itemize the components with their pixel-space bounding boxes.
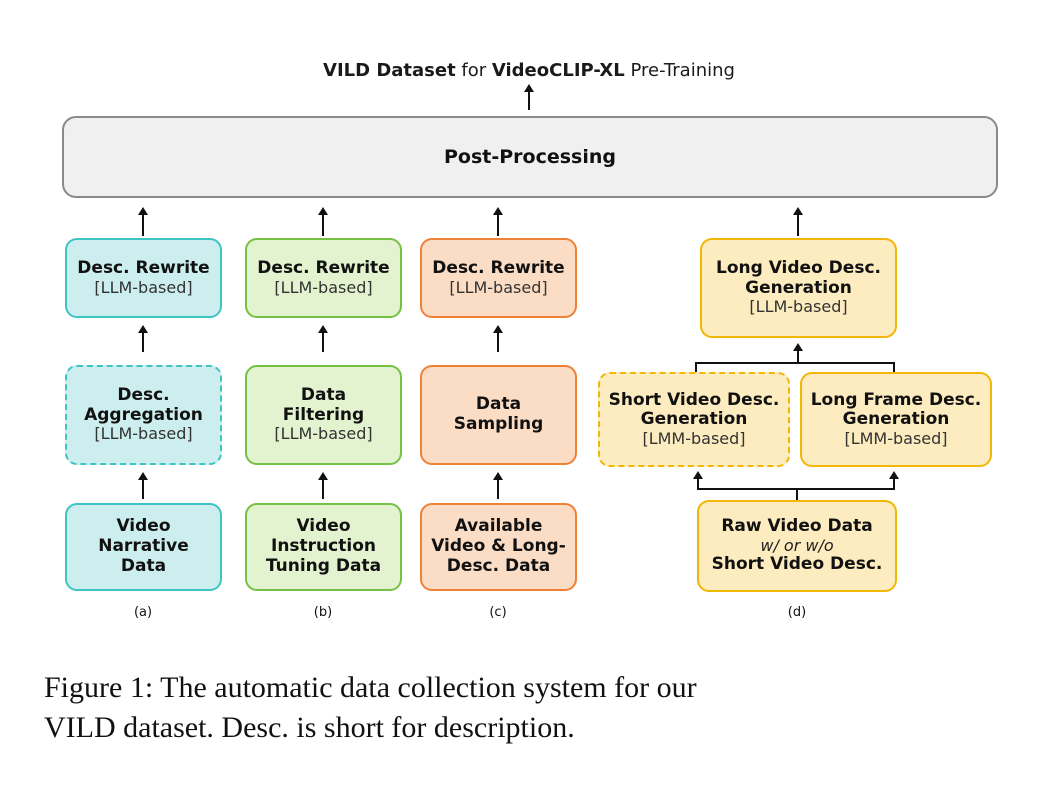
desc-rewrite-b: Desc. Rewrite [LLM-based] (245, 238, 402, 318)
long-video-desc-generation: Long Video Desc. Generation [LLM-based] (700, 238, 897, 338)
long-video-desc-generation-line3: [LLM-based] (749, 297, 848, 317)
long-frame-desc-generation-line2: Generation (842, 409, 950, 430)
connector-b-bot (322, 477, 324, 499)
desc-aggregation-line1: Desc. (117, 385, 170, 405)
long-video-desc-generation-line1: Long Video Desc. (716, 258, 881, 278)
arrowhead-a-top (138, 207, 148, 215)
video-instruction-tuning-data-line1: Video (296, 516, 351, 537)
figure-heading: VILD Dataset for VideoCLIP-XL Pre-Traini… (0, 60, 1058, 81)
arrowhead-d-top (793, 207, 803, 215)
data-sampling-line2: Sampling (453, 414, 544, 434)
heading-vild-dataset: VILD Dataset (323, 60, 456, 81)
desc-aggregation-line3: [LLM-based] (94, 424, 193, 444)
desc-rewrite-a-line2: [LLM-based] (94, 277, 193, 297)
connector-c-top (497, 212, 499, 236)
long-frame-desc-generation-line1: Long Frame Desc. (810, 389, 982, 410)
video-instruction-tuning-data-line3: Tuning Data (265, 555, 382, 576)
raw-video-data-line2: w/ or w/o (760, 535, 834, 555)
arrowhead-d-split-right (889, 471, 899, 479)
long-video-desc-generation-line2: Generation (745, 277, 852, 298)
arrowhead-a-mid (138, 325, 148, 333)
short-video-desc-generation: Short Video Desc. Generation [LMM-based] (598, 372, 790, 467)
caption-line-1: Figure 1: The automatic data collection … (44, 671, 697, 704)
arrowhead-c-mid (493, 325, 503, 333)
caption-line-2: VILD dataset. Desc. is short for descrip… (44, 710, 575, 744)
arrowhead-d-split-left (693, 471, 703, 479)
video-narrative-data-line2: Narrative (98, 536, 189, 557)
arrowhead-c-bot (493, 472, 503, 480)
connector-c-bot (497, 477, 499, 499)
column-label-c: (c) (489, 605, 507, 620)
long-frame-desc-generation: Long Frame Desc. Generation [LMM-based] (800, 372, 992, 467)
desc-rewrite-a: Desc. Rewrite [LLM-based] (65, 238, 222, 318)
figure-canvas: VILD Dataset for VideoCLIP-XL Pre-Traini… (0, 0, 1058, 792)
data-filtering-line2: Filtering (282, 404, 365, 425)
connector-d-top (797, 212, 799, 236)
heading-videoclip-xl: VideoCLIP-XL (491, 60, 625, 81)
short-video-desc-generation-line1: Short Video Desc. (608, 389, 780, 410)
data-filtering-line3: [LLM-based] (274, 424, 373, 444)
connector-c-mid (497, 330, 499, 352)
figure-caption: Figure 1: The automatic data collection … (44, 668, 974, 747)
connector-b-mid (322, 330, 324, 352)
data-filtering-line1: Data (300, 385, 347, 405)
desc-rewrite-c-line1: Desc. Rewrite (432, 257, 565, 278)
raw-video-data-line3: Short Video Desc. (711, 554, 883, 575)
heading-pretraining: Pre-Training (624, 60, 735, 81)
connector-a-mid (142, 330, 144, 352)
connector-a-top (142, 212, 144, 236)
connector-d-merge-bar (695, 362, 895, 364)
arrowhead-b-mid (318, 325, 328, 333)
long-frame-desc-generation-line3: [LMM-based] (844, 428, 948, 448)
available-video-long-desc-data: Available Video & Long- Desc. Data (420, 503, 577, 591)
desc-rewrite-b-line2: [LLM-based] (274, 277, 373, 297)
arrowhead-b-top (318, 207, 328, 215)
desc-rewrite-c-line2: [LLM-based] (449, 277, 548, 297)
desc-aggregation-line2: Aggregation (84, 404, 203, 425)
post-processing-label: Post-Processing (443, 145, 616, 168)
video-narrative-data-line3: Data (120, 555, 167, 576)
desc-rewrite-c: Desc. Rewrite [LLM-based] (420, 238, 577, 318)
raw-video-data: Raw Video Data w/ or w/o Short Video Des… (697, 500, 897, 592)
video-narrative-data-line1: Video (116, 516, 171, 537)
available-video-long-desc-data-line1: Available (454, 516, 543, 537)
raw-video-data-line1: Raw Video Data (721, 516, 873, 536)
video-narrative-data: Video Narrative Data (65, 503, 222, 591)
column-label-a: (a) (133, 605, 153, 620)
short-video-desc-generation-line2: Generation (640, 409, 748, 430)
column-label-d: (d) (787, 605, 807, 620)
desc-aggregation: Desc. Aggregation [LLM-based] (65, 365, 222, 465)
arrowhead-d-merge (793, 343, 803, 351)
data-sampling-line1: Data (475, 394, 522, 415)
heading-for: for (455, 60, 492, 81)
short-video-desc-generation-line3: [LMM-based] (642, 428, 746, 448)
arrowhead-a-bot (138, 472, 148, 480)
post-processing-box: Post-Processing (62, 116, 998, 198)
desc-rewrite-b-line1: Desc. Rewrite (257, 257, 390, 278)
arrowhead-b-bot (318, 472, 328, 480)
desc-rewrite-a-line1: Desc. Rewrite (77, 257, 210, 278)
connector-a-bot (142, 477, 144, 499)
data-filtering: Data Filtering [LLM-based] (245, 365, 402, 465)
arrowhead-c-top (493, 207, 503, 215)
video-instruction-tuning-data-line2: Instruction (271, 536, 376, 557)
column-label-b: (b) (313, 605, 333, 620)
arrowhead-header-to-title (524, 84, 534, 92)
connector-b-top (322, 212, 324, 236)
available-video-long-desc-data-line3: Desc. Data (446, 555, 551, 576)
data-sampling: Data Sampling (420, 365, 577, 465)
available-video-long-desc-data-line2: Video & Long- (431, 536, 566, 557)
video-instruction-tuning-data: Video Instruction Tuning Data (245, 503, 402, 591)
